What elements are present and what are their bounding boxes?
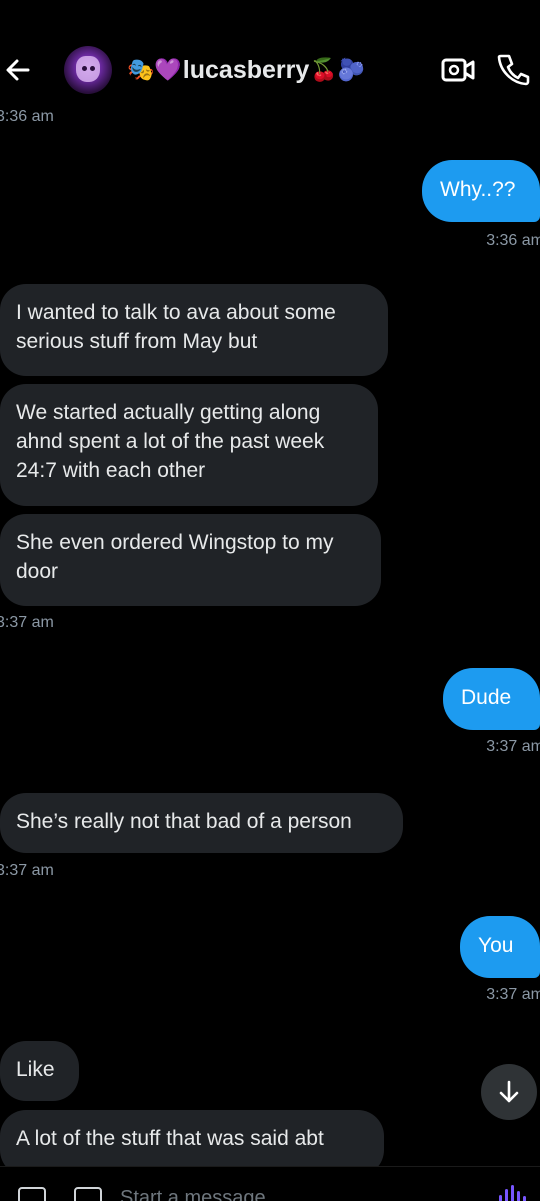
outgoing-message[interactable]: Dude (443, 668, 540, 730)
message-timestamp: 3:37 am (0, 862, 54, 879)
outgoing-message[interactable]: Why..?? (422, 160, 540, 222)
phone-call-icon[interactable] (496, 52, 530, 86)
avatar[interactable] (64, 46, 112, 94)
title-suffix-emojis: 🍒🫐 (310, 57, 366, 82)
message-timestamp: 3:36 am (486, 232, 540, 249)
title-prefix-emojis: 🎭💜 (127, 57, 182, 82)
incoming-message[interactable]: We started actually getting along ahnd s… (0, 384, 378, 506)
incoming-message[interactable]: I wanted to talk to ava about some serio… (0, 284, 388, 376)
message-timestamp: 3:37 am (486, 738, 540, 755)
message-timestamp: 3:37 am (0, 614, 54, 631)
image-icon[interactable] (18, 1187, 46, 1201)
message-timestamp: 3:36 am (0, 108, 54, 125)
incoming-message[interactable]: She’s really not that bad of a person (0, 793, 403, 853)
message-timestamp: 3:37 am (486, 986, 540, 1003)
chat-header: 🎭💜 lucasberry 🍒🫐 (0, 0, 540, 140)
avatar-eye (90, 66, 95, 71)
message-composer: Start a message (0, 1166, 540, 1201)
incoming-message[interactable]: Like (0, 1041, 79, 1101)
incoming-message[interactable]: She even ordered Wingstop to my door (0, 514, 381, 606)
scroll-to-bottom-button[interactable] (481, 1064, 537, 1120)
contact-name: lucasberry (182, 55, 310, 84)
outgoing-message[interactable]: You (460, 916, 540, 978)
video-call-icon[interactable] (440, 54, 476, 86)
message-input[interactable]: Start a message (120, 1187, 266, 1201)
gif-icon[interactable] (74, 1187, 102, 1201)
arrow-left-icon[interactable] (2, 54, 34, 86)
avatar-figure (76, 56, 100, 82)
conversation-title[interactable]: 🎭💜 lucasberry 🍒🫐 (126, 52, 366, 88)
voice-message-icon[interactable] (498, 1185, 528, 1201)
arrow-down-icon (499, 1080, 519, 1103)
avatar-eye (82, 66, 87, 71)
